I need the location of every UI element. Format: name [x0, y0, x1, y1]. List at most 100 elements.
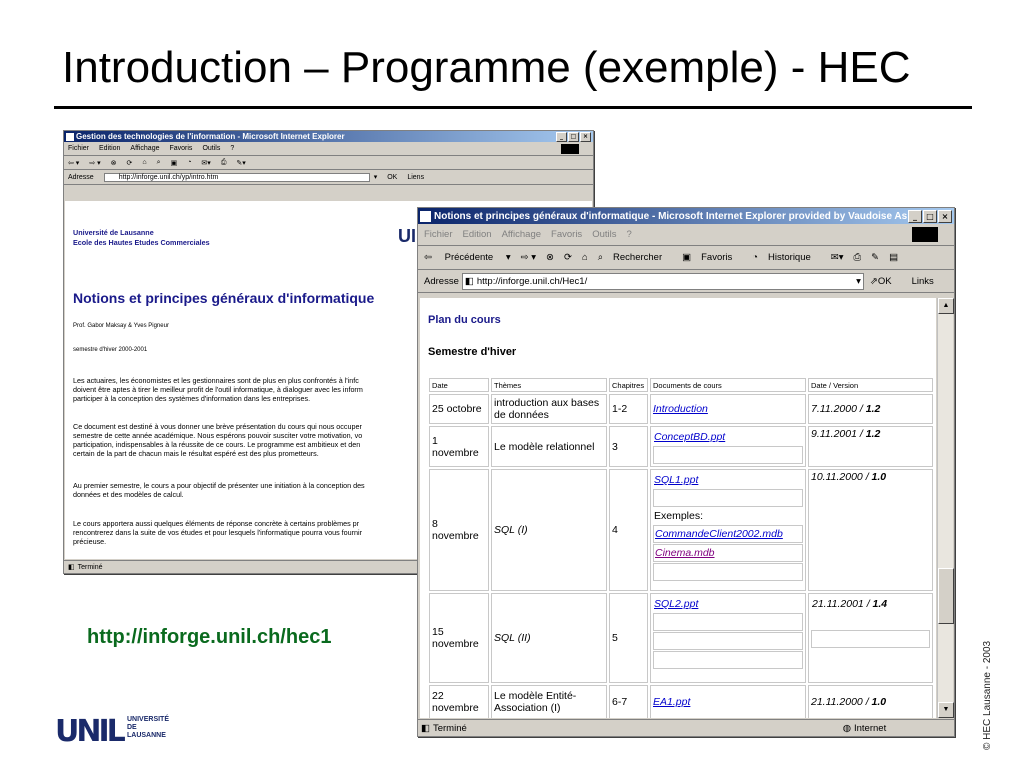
maximize-button[interactable]: □ — [923, 209, 937, 223]
document-link[interactable]: ConceptBD.ppt — [654, 431, 725, 443]
document-link[interactable]: Introduction — [653, 403, 708, 415]
menu-outils[interactable]: Outils — [592, 229, 616, 240]
globe-icon: ◍ — [842, 722, 851, 734]
links-label[interactable]: Liens — [407, 174, 424, 181]
row-theme: SQL (I) — [491, 469, 607, 591]
forward-arrow-icon[interactable]: ⇨ ▾ — [89, 159, 100, 167]
row-theme: Le modèle Entité-Association (I) — [491, 685, 607, 718]
row-version: 7.11.2000 / 1.2 — [808, 394, 933, 424]
refresh-icon[interactable]: ⟳ — [127, 159, 133, 167]
menu-favoris[interactable]: Favoris — [551, 229, 582, 240]
plan-title: Plan du cours — [428, 314, 501, 326]
table-row: 22 novembre Le modèle Entité-Association… — [429, 685, 933, 718]
mail-icon[interactable]: ✉▾ — [201, 159, 210, 167]
document-link[interactable]: SQL2.ppt — [654, 598, 698, 610]
edit-icon[interactable]: ✎ — [871, 252, 879, 263]
document-link[interactable]: Cinema.mdb — [655, 547, 715, 559]
minimize-button[interactable]: _ — [556, 131, 567, 142]
row-chapters: 5 — [609, 593, 648, 683]
dropdown-chevron-icon[interactable]: ▾ — [856, 274, 861, 289]
address-label: Adresse — [424, 275, 459, 287]
print-icon[interactable]: ⎙ — [854, 252, 862, 263]
row-theme: Le modèle relationnel — [491, 426, 607, 467]
front-status-text: Terminé — [432, 722, 467, 734]
home-icon[interactable]: ⌂ — [582, 252, 588, 263]
print-icon[interactable]: ⎙ — [221, 159, 227, 167]
unil-logo: UNIL UNIVERSITÉ DE LAUSANNE — [55, 708, 175, 750]
minimize-button[interactable]: _ — [908, 209, 922, 223]
favorites-button[interactable]: ▣ Favoris — [682, 252, 742, 263]
row-date: 22 novembre — [429, 685, 489, 718]
document-link[interactable]: SQL1.ppt — [654, 474, 698, 486]
document-link[interactable]: CommandeClient2002.mdb — [655, 528, 783, 540]
row-version: 21.11.2000 / 1.0 — [808, 685, 933, 718]
history-button[interactable]: ◔ Historique — [752, 252, 821, 263]
col-documents: Documents de cours — [650, 378, 806, 392]
search-icon[interactable]: ⌕ — [157, 159, 161, 167]
links-label[interactable]: Links — [912, 276, 934, 287]
title-divider — [54, 106, 972, 109]
col-chapters: Chapitres — [609, 378, 648, 392]
back-arrow-icon[interactable]: ⇦ ▾ — [68, 159, 79, 167]
scroll-down-icon[interactable]: ▼ — [938, 702, 954, 718]
history-icon[interactable]: ◔ — [187, 159, 191, 166]
menu-help[interactable]: ? — [626, 229, 631, 240]
row-documents: SQL1.ppt Exemples: CommandeClient2002.md… — [650, 469, 806, 591]
refresh-icon[interactable]: ⟳ — [564, 252, 572, 263]
row-date: 15 novembre — [429, 593, 489, 683]
scroll-up-icon[interactable]: ▲ — [938, 298, 954, 314]
col-themes: Thèmes — [491, 378, 607, 392]
menu-edition[interactable]: Edition — [463, 229, 492, 240]
examples-label: Exemples: — [654, 510, 704, 522]
front-page-content: Plan du cours Semestre d'hiver Date Thèm… — [420, 298, 936, 718]
back-address-bar: Adresse http://inforge.unil.ch/yp/intro.… — [64, 170, 593, 185]
discuss-icon[interactable]: ▤ — [889, 252, 898, 263]
menu-favoris[interactable]: Favoris — [169, 145, 192, 152]
logo-mark: UNIL — [55, 714, 126, 749]
logo-wordmark: UNIVERSITÉ DE LAUSANNE — [127, 716, 170, 739]
row-date: 1 novembre — [429, 426, 489, 467]
vertical-scrollbar[interactable]: ▲ ▼ — [937, 298, 954, 718]
home-icon[interactable]: ⌂ — [142, 159, 146, 166]
search-button[interactable]: ⌕ Rechercher — [598, 252, 672, 263]
close-button[interactable]: × — [580, 131, 591, 142]
table-header-row: Date Thèmes Chapitres Documents de cours… — [429, 378, 933, 392]
course-url[interactable]: http://inforge.unil.ch/hec1 — [87, 626, 331, 649]
maximize-button[interactable]: □ — [568, 131, 579, 142]
back-button[interactable]: ⇦ Précédente ▾ — [424, 252, 511, 263]
menu-edition[interactable]: Edition — [99, 145, 120, 152]
menu-affichage[interactable]: Affichage — [130, 145, 159, 152]
front-window-title: Notions et principes généraux d'informat… — [434, 210, 907, 222]
history-icon: ◔ — [752, 252, 759, 263]
ie-page-icon: ◧ — [464, 275, 474, 287]
semester-heading: Semestre d'hiver — [428, 346, 517, 358]
row-documents: SQL2.ppt — [650, 593, 806, 683]
menu-outils[interactable]: Outils — [202, 145, 220, 152]
front-window-titlebar[interactable]: Notions et principes généraux d'informat… — [418, 208, 954, 224]
address-label: Adresse — [68, 173, 94, 181]
menu-fichier[interactable]: Fichier — [68, 145, 89, 152]
dropdown-chevron-icon[interactable]: ▾ — [374, 173, 378, 181]
menu-help[interactable]: ? — [230, 145, 234, 152]
mail-icon[interactable]: ✉▾ — [831, 252, 844, 263]
go-button[interactable]: OK — [387, 174, 397, 181]
address-input[interactable]: http://inforge.unil.ch/yp/intro.htm — [103, 172, 370, 182]
menu-fichier[interactable]: Fichier — [424, 229, 453, 240]
close-button[interactable]: × — [938, 209, 952, 223]
stop-icon[interactable]: ⊗ — [546, 252, 554, 263]
favorites-icon[interactable]: ▣ — [171, 159, 178, 167]
address-input[interactable]: ◧ http://inforge.unil.ch/Hec1/ ▾ — [461, 272, 864, 290]
menu-affichage[interactable]: Affichage — [502, 229, 541, 240]
row-theme: introduction aux bases de données — [491, 394, 607, 424]
scrollbar-thumb[interactable] — [938, 568, 954, 624]
stop-icon[interactable]: ⊗ — [111, 159, 117, 167]
front-browser-window[interactable]: Notions et principes généraux d'informat… — [417, 207, 955, 737]
row-version: 10.11.2000 / 1.0 — [808, 469, 933, 591]
forward-arrow-icon[interactable]: ⇨ ▾ — [521, 252, 536, 263]
edit-icon[interactable]: ✎▾ — [236, 159, 245, 167]
back-window-titlebar[interactable]: Gestion des technologies de l'informatio… — [64, 131, 593, 142]
row-chapters: 3 — [609, 426, 648, 467]
go-button[interactable]: ⇗OK — [870, 276, 902, 287]
document-link[interactable]: EA1.ppt — [653, 696, 690, 708]
favorites-icon: ▣ — [682, 252, 692, 263]
